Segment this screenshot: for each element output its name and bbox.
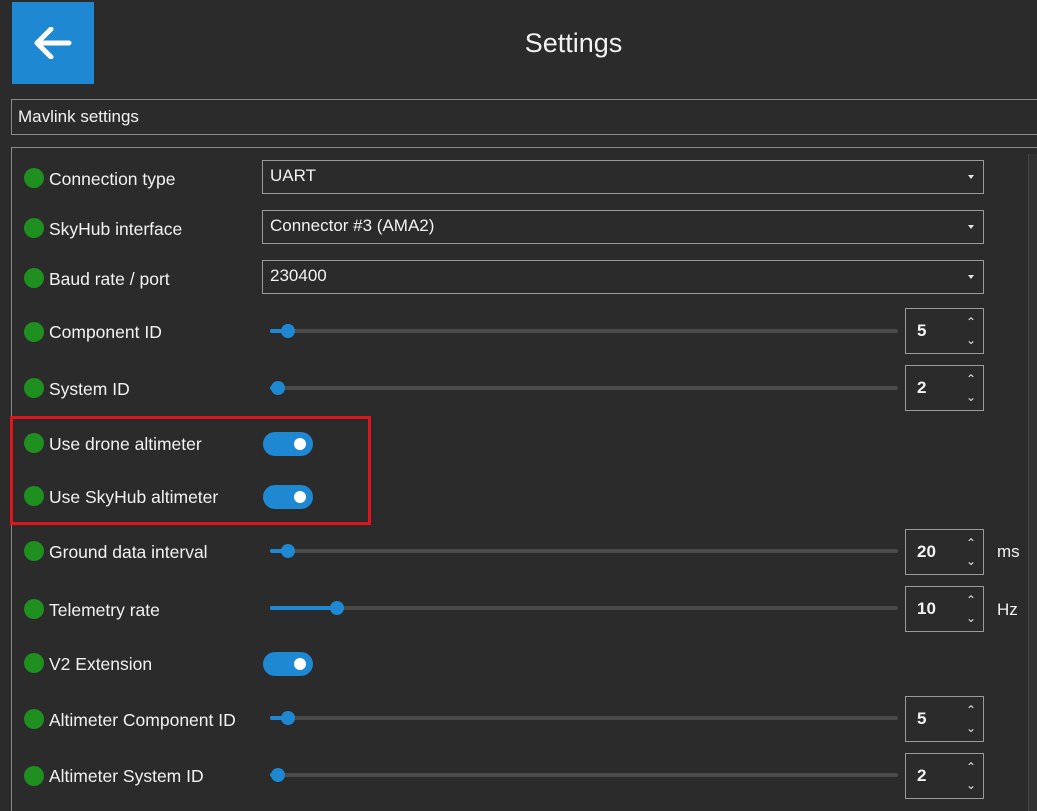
component-id-label: Component ID [49, 322, 162, 342]
status-dot-icon [24, 766, 44, 786]
ground-data-interval-unit: ms [997, 542, 1020, 561]
v2-extension-label: V2 Extension [49, 654, 153, 674]
skyhub-interface-value: Connector #3 (AMA2) [270, 216, 435, 235]
telemetry-rate-label: Telemetry rate [49, 600, 160, 620]
dropdown-caret-icon [968, 275, 974, 279]
altimeter-system-id-value: 2 [917, 766, 927, 785]
altimeter-system-id-label: Altimeter System ID [49, 766, 204, 786]
use-skyhub-altimeter-toggle[interactable] [263, 485, 313, 509]
altimeter-component-id-spinbox[interactable]: 5 ⌃ ⌄ [905, 696, 984, 742]
ground-data-interval-slider[interactable] [270, 544, 898, 558]
chevron-down-icon[interactable]: ⌄ [964, 333, 978, 347]
system-id-value: 2 [917, 378, 927, 397]
telemetry-rate-unit: Hz [997, 600, 1018, 619]
ground-data-interval-value: 20 [917, 542, 936, 561]
skyhub-interface-label: SkyHub interface [49, 219, 183, 239]
dropdown-caret-icon [968, 225, 974, 229]
chevron-down-icon[interactable]: ⌄ [964, 611, 978, 625]
v2-extension-toggle[interactable] [263, 652, 313, 676]
slider-fill [270, 606, 337, 610]
slider-thumb[interactable] [329, 601, 344, 615]
status-dot-icon [24, 268, 44, 288]
status-dot-icon [24, 218, 44, 238]
status-dot-icon [24, 433, 44, 453]
slider-thumb[interactable] [280, 544, 295, 558]
toggle-knob [294, 438, 306, 450]
altimeter-component-id-label: Altimeter Component ID [49, 710, 236, 730]
system-id-slider[interactable] [270, 381, 898, 395]
component-id-spinbox[interactable]: 5 ⌃ ⌄ [905, 308, 984, 354]
slider-thumb[interactable] [270, 768, 285, 782]
slider-thumb[interactable] [280, 324, 295, 338]
use-drone-altimeter-toggle[interactable] [263, 432, 313, 456]
telemetry-rate-spinbox[interactable]: 10 ⌃ ⌄ [905, 586, 984, 632]
telemetry-rate-value: 10 [917, 599, 936, 618]
chevron-down-icon[interactable]: ⌄ [964, 390, 978, 404]
chevron-up-icon[interactable]: ⌃ [964, 593, 978, 607]
vertical-scrollbar[interactable] [1028, 154, 1037, 811]
telemetry-rate-slider[interactable] [270, 601, 898, 615]
system-id-spinbox[interactable]: 2 ⌃ ⌄ [905, 365, 984, 411]
baud-rate-label: Baud rate / port [49, 269, 170, 289]
component-id-slider[interactable] [270, 324, 898, 338]
baud-rate-select[interactable]: 230400 [262, 260, 984, 294]
altimeter-system-id-spinbox[interactable]: 2 ⌃ ⌄ [905, 753, 984, 799]
status-dot-icon [24, 168, 44, 188]
system-id-label: System ID [49, 379, 130, 399]
altimeter-system-id-slider[interactable] [270, 768, 898, 782]
status-dot-icon [24, 541, 44, 561]
altimeter-component-id-value: 5 [917, 709, 927, 728]
connection-type-select[interactable]: UART [262, 160, 984, 194]
status-dot-icon [24, 378, 44, 398]
status-dot-icon [24, 709, 44, 729]
ground-data-interval-spinbox[interactable]: 20 ⌃ ⌄ [905, 529, 984, 575]
section-header-mavlink[interactable]: Mavlink settings [11, 99, 1037, 135]
section-title: Mavlink settings [18, 107, 139, 126]
chevron-up-icon[interactable]: ⌃ [964, 315, 978, 329]
use-drone-altimeter-label: Use drone altimeter [49, 434, 202, 454]
skyhub-interface-select[interactable]: Connector #3 (AMA2) [262, 210, 984, 244]
chevron-up-icon[interactable]: ⌃ [964, 760, 978, 774]
status-dot-icon [24, 322, 44, 342]
chevron-up-icon[interactable]: ⌃ [964, 372, 978, 386]
slider-thumb[interactable] [280, 711, 295, 725]
status-dot-icon [24, 653, 44, 673]
chevron-up-icon[interactable]: ⌃ [964, 703, 978, 717]
chevron-down-icon[interactable]: ⌄ [964, 721, 978, 735]
connection-type-label: Connection type [49, 169, 176, 189]
ground-data-interval-label: Ground data interval [49, 542, 208, 562]
connection-type-value: UART [270, 166, 316, 185]
slider-thumb[interactable] [270, 381, 285, 395]
page-title: Settings [524, 28, 623, 58]
use-skyhub-altimeter-label: Use SkyHub altimeter [49, 487, 219, 507]
settings-screen: Settings Mavlink settings Connection typ… [0, 0, 1037, 811]
dropdown-caret-icon [968, 175, 974, 179]
status-dot-icon [24, 599, 44, 619]
component-id-value: 5 [917, 321, 927, 340]
baud-rate-value: 230400 [270, 266, 327, 285]
chevron-down-icon[interactable]: ⌄ [964, 778, 978, 792]
chevron-up-icon[interactable]: ⌃ [964, 536, 978, 550]
toggle-knob [294, 491, 306, 503]
altimeter-component-id-slider[interactable] [270, 711, 898, 725]
status-dot-icon [24, 486, 44, 506]
toggle-knob [294, 658, 306, 670]
chevron-down-icon[interactable]: ⌄ [964, 554, 978, 568]
